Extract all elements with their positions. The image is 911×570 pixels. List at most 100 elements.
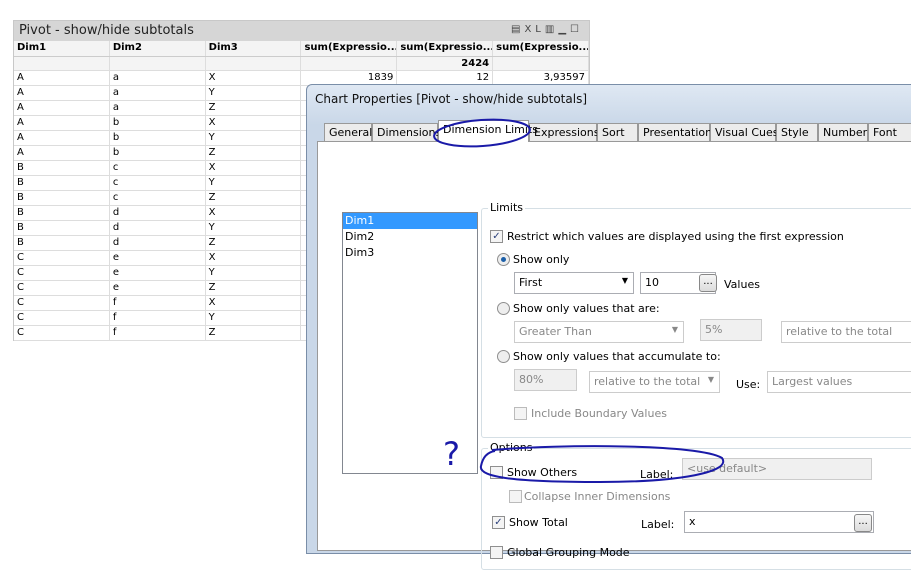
cell[interactable]: Z bbox=[206, 101, 302, 115]
cell[interactable]: b bbox=[110, 131, 206, 145]
cell[interactable]: X bbox=[206, 251, 302, 265]
global-grouping-checkbox[interactable] bbox=[490, 546, 503, 559]
cell[interactable]: B bbox=[14, 206, 110, 220]
collapse-checkbox[interactable] bbox=[509, 490, 522, 503]
tab-visual-cues[interactable]: Visual Cues bbox=[710, 123, 779, 142]
total-label-input[interactable]: x bbox=[684, 511, 874, 533]
accumulate-percent-input[interactable]: 80% bbox=[514, 369, 577, 391]
cell[interactable]: Dim3 bbox=[206, 41, 302, 56]
cell[interactable] bbox=[110, 57, 206, 70]
cell[interactable]: a bbox=[110, 71, 206, 85]
tab-presentation[interactable]: Presentation bbox=[638, 123, 712, 142]
cell[interactable]: C bbox=[14, 266, 110, 280]
use-dropdown[interactable]: Largest values bbox=[767, 371, 911, 393]
cell[interactable]: X bbox=[206, 206, 302, 220]
chart-icon[interactable]: ▥ bbox=[545, 24, 558, 35]
show-total-checkbox[interactable]: ✓ bbox=[492, 516, 505, 529]
cell[interactable]: f bbox=[110, 311, 206, 325]
cell[interactable]: sum(Expressio... bbox=[301, 41, 398, 56]
cell[interactable]: Y bbox=[206, 176, 302, 190]
cell[interactable]: 3,93597 bbox=[493, 71, 589, 85]
cell[interactable]: sum(Expressio... bbox=[397, 41, 494, 56]
cell[interactable]: e bbox=[110, 266, 206, 280]
cell[interactable]: d bbox=[110, 236, 206, 250]
tab-style[interactable]: Style bbox=[776, 123, 818, 142]
cell[interactable]: C bbox=[14, 281, 110, 295]
cell[interactable]: e bbox=[110, 281, 206, 295]
dimension-item[interactable]: Dim1 bbox=[343, 213, 477, 229]
tab-dimensions[interactable]: Dimensions bbox=[372, 123, 441, 142]
cell[interactable]: C bbox=[14, 326, 110, 340]
cell[interactable]: c bbox=[110, 161, 206, 175]
cell[interactable]: A bbox=[14, 86, 110, 100]
cell[interactable]: Dim2 bbox=[110, 41, 206, 56]
minimize-icon[interactable]: ▁ bbox=[558, 24, 570, 35]
cell[interactable]: C bbox=[14, 251, 110, 265]
cell[interactable]: A bbox=[14, 116, 110, 130]
cell[interactable]: a bbox=[110, 101, 206, 115]
show-others-checkbox[interactable] bbox=[490, 466, 503, 479]
cell[interactable]: B bbox=[14, 176, 110, 190]
cell[interactable]: Z bbox=[206, 326, 302, 340]
cell[interactable]: Z bbox=[206, 191, 302, 205]
tab-number[interactable]: Number bbox=[818, 123, 868, 142]
total-label-ellipsis-button[interactable]: ... bbox=[854, 514, 872, 532]
xl-icon[interactable]: XL bbox=[524, 24, 544, 35]
tab-general[interactable]: General bbox=[324, 123, 372, 142]
cell[interactable]: C bbox=[14, 311, 110, 325]
cell[interactable]: Y bbox=[206, 266, 302, 280]
cell[interactable]: Z bbox=[206, 236, 302, 250]
cell[interactable]: Y bbox=[206, 311, 302, 325]
cell[interactable]: Z bbox=[206, 281, 302, 295]
count-ellipsis-button[interactable]: ... bbox=[699, 274, 717, 292]
cell[interactable]: 1839 bbox=[301, 71, 398, 85]
cell[interactable]: C bbox=[14, 296, 110, 310]
dimension-listbox[interactable]: Dim1 Dim2 Dim3 bbox=[342, 212, 478, 474]
cell[interactable]: Y bbox=[206, 131, 302, 145]
include-boundary-checkbox[interactable] bbox=[514, 407, 527, 420]
percent-input[interactable]: 5% bbox=[700, 319, 762, 341]
cell[interactable]: B bbox=[14, 236, 110, 250]
cell[interactable] bbox=[493, 57, 589, 70]
cell[interactable]: d bbox=[110, 206, 206, 220]
cell[interactable]: c bbox=[110, 176, 206, 190]
cell[interactable]: 2424 bbox=[397, 57, 494, 70]
cell[interactable]: Z bbox=[206, 146, 302, 160]
cell[interactable]: b bbox=[110, 146, 206, 160]
cell[interactable]: X bbox=[206, 71, 302, 85]
cell[interactable]: A bbox=[14, 131, 110, 145]
dimension-item[interactable]: Dim2 bbox=[343, 229, 477, 245]
cell[interactable]: b bbox=[110, 116, 206, 130]
cell[interactable]: A bbox=[14, 101, 110, 115]
comparison-dropdown[interactable]: Greater Than ▼ bbox=[514, 321, 684, 343]
cell[interactable]: sum(Expressio... bbox=[493, 41, 589, 56]
accumulate-relative-dropdown[interactable]: relative to the total ▼ bbox=[589, 371, 720, 393]
cell[interactable] bbox=[301, 57, 398, 70]
tab-expressions[interactable]: Expressions bbox=[529, 123, 599, 142]
cell[interactable]: B bbox=[14, 191, 110, 205]
print-icon[interactable]: ▤ bbox=[511, 24, 524, 35]
tab-dimension-limits[interactable]: Dimension Limits bbox=[438, 120, 538, 142]
cell[interactable]: 12 bbox=[397, 71, 494, 85]
tab-font[interactable]: Font bbox=[868, 123, 911, 142]
restrict-checkbox[interactable]: ✓ bbox=[490, 230, 503, 243]
maximize-icon[interactable]: ☐ bbox=[570, 24, 583, 35]
cell[interactable]: f bbox=[110, 326, 206, 340]
cell[interactable]: B bbox=[14, 161, 110, 175]
cell[interactable]: Y bbox=[206, 221, 302, 235]
accumulate-radio[interactable] bbox=[497, 350, 510, 363]
cell[interactable]: Y bbox=[206, 86, 302, 100]
cell[interactable]: A bbox=[14, 71, 110, 85]
cell[interactable] bbox=[14, 57, 110, 70]
cell[interactable]: A bbox=[14, 146, 110, 160]
cell[interactable]: Dim1 bbox=[14, 41, 110, 56]
cell[interactable]: a bbox=[110, 86, 206, 100]
relative-dropdown[interactable]: relative to the total bbox=[781, 321, 911, 343]
cell[interactable]: X bbox=[206, 161, 302, 175]
first-dropdown[interactable]: First ▼ bbox=[514, 272, 634, 294]
cell[interactable]: f bbox=[110, 296, 206, 310]
cell[interactable]: d bbox=[110, 221, 206, 235]
cell[interactable] bbox=[206, 57, 302, 70]
cell[interactable]: c bbox=[110, 191, 206, 205]
cell[interactable]: X bbox=[206, 116, 302, 130]
